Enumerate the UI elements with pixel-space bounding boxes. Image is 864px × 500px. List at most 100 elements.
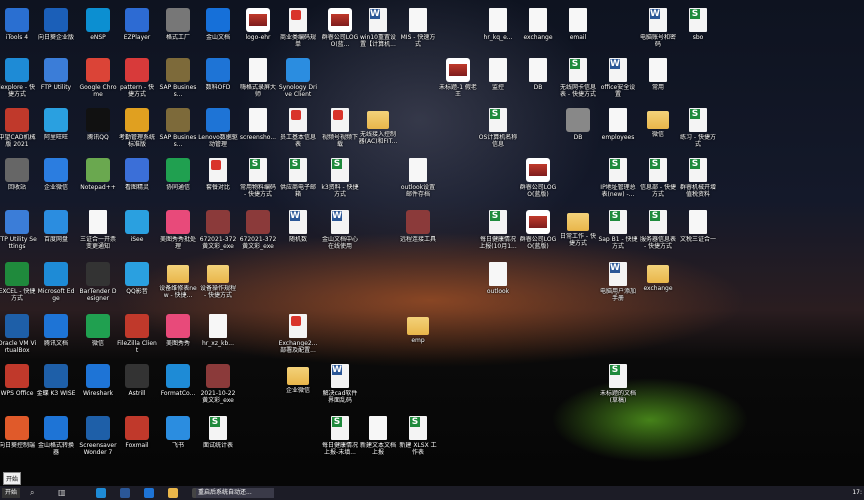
desktop-icon[interactable]: 微信 xyxy=(78,314,118,347)
desktop-icon[interactable]: FormatCo... xyxy=(158,364,198,397)
desktop-icon[interactable]: 未标题-1 假老王 xyxy=(438,58,478,98)
desktop-icon[interactable]: 每日健康情况上报(10月1... xyxy=(478,210,518,250)
desktop-icon[interactable]: Foxmail xyxy=(117,416,157,449)
clock[interactable]: 17: xyxy=(836,488,862,498)
desktop-icon[interactable]: SAP Business... xyxy=(158,108,198,148)
desktop-icon[interactable]: pattern - 快捷方式 xyxy=(117,58,157,98)
desktop-icon[interactable]: 群睿公司LOGO(蓝... xyxy=(320,8,360,48)
outlook-taskbar-icon[interactable] xyxy=(144,488,154,498)
desktop-icon[interactable]: 无线网卡信息表 - 快捷方式 xyxy=(558,58,598,98)
desktop-icon[interactable]: 672021-372 黄文彩_exe xyxy=(238,210,278,250)
desktop-icon[interactable]: 腾讯QQ xyxy=(78,108,118,141)
desktop-icon[interactable]: exchange xyxy=(518,8,558,41)
desktop-icon[interactable]: OS计算机名称信息 xyxy=(478,108,518,148)
desktop-icon[interactable]: 设备操作规程 - 快捷方式 xyxy=(198,262,238,299)
desktop-icon[interactable]: 阿里旺旺 xyxy=(36,108,76,141)
desktop-icon[interactable]: iexplore - 快捷方式 xyxy=(0,58,37,98)
desktop-icon[interactable]: 企业微信 xyxy=(278,364,318,394)
desktop-icon[interactable]: emp xyxy=(398,314,438,344)
desktop-icon[interactable]: sbo xyxy=(678,8,718,41)
desktop-icon[interactable]: 文税三证合一 xyxy=(678,210,718,243)
desktop-icon[interactable]: 常用 xyxy=(638,58,678,91)
search-icon[interactable]: ⌕ xyxy=(30,488,42,498)
desktop-icon[interactable]: EXCEL - 快捷方式 xyxy=(0,262,37,302)
taskbar-active-window[interactable]: 重启后系统自动还... xyxy=(196,488,274,498)
desktop-icon[interactable]: office安全设置 xyxy=(598,58,638,98)
desktop-icon[interactable]: 向日葵控制端 xyxy=(0,416,37,449)
desktop-icon[interactable]: eNSP xyxy=(78,8,118,41)
desktop-icon[interactable]: 解决cad软件界面乱码 xyxy=(320,364,360,404)
desktop-icon[interactable]: exchange xyxy=(638,262,678,292)
desktop-icon[interactable]: 每日健康情况上报-未填... xyxy=(320,416,360,456)
desktop-icon[interactable]: 企业微信 xyxy=(36,158,76,191)
desktop-icon[interactable]: 三证合一开票变更通知 xyxy=(78,210,118,250)
desktop-icon[interactable]: 协同通信 xyxy=(158,158,198,191)
desktop-icon[interactable]: screensho... xyxy=(238,108,278,141)
desktop-icon[interactable]: 美图秀秀 xyxy=(158,314,198,347)
desktop-icon[interactable]: 群睿公司LOGO(蓝版) xyxy=(518,210,558,250)
desktop-icon[interactable]: 中望CAD机械版 2021 xyxy=(0,108,37,148)
desktop-icon[interactable]: hr_kq_e... xyxy=(478,8,518,41)
desktop-icon[interactable]: 百度网盘 xyxy=(36,210,76,243)
desktop-icon[interactable]: 视频号视频下载 xyxy=(320,108,360,148)
desktop-icon[interactable]: win10重置设置【计算机... xyxy=(358,8,398,48)
desktop-icon[interactable]: iSee xyxy=(117,210,157,243)
desktop-icon[interactable]: IP地址管理总表(new) -... xyxy=(598,158,638,198)
desktop-icon[interactable]: Wireshark xyxy=(78,364,118,397)
desktop-icon[interactable]: 未标题的文档(草稿) xyxy=(598,364,638,404)
desktop-icon[interactable]: 回收站 xyxy=(0,158,37,191)
desktop-icon[interactable]: WPS Office xyxy=(0,364,37,397)
desktop-icon[interactable]: Oracle VM VirtualBox xyxy=(0,314,37,354)
desktop-icon[interactable]: 无线接入控制器(AC)和FIT... xyxy=(358,108,398,145)
desktop-icon[interactable]: 供应商电子邮箱 xyxy=(278,158,318,198)
desktop-icon[interactable]: MIS - 快速方式 xyxy=(398,8,438,48)
desktop-icon[interactable]: 电脑账号和密码 xyxy=(638,8,678,48)
start-button[interactable]: 开始 xyxy=(2,488,20,498)
desktop-icon[interactable]: 信息部 - 快捷方式 xyxy=(638,158,678,198)
desktop-icon[interactable]: 练习 - 快捷方式 xyxy=(678,108,718,148)
desktop-icon[interactable]: Exchange2... 部署及配置... xyxy=(278,314,318,354)
desktop-icon[interactable]: 面试统计表 xyxy=(198,416,238,449)
desktop-icon[interactable]: 腾讯文档 xyxy=(36,314,76,347)
desktop-icon[interactable]: DB xyxy=(518,58,558,91)
desktop-icon[interactable]: 金山文档 xyxy=(198,8,238,41)
desktop-icon[interactable]: 套餐对比 xyxy=(198,158,238,191)
desktop-icon[interactable]: 2021-10-22 黄文彩_exe xyxy=(198,364,238,404)
desktop-icon[interactable]: k3资料 - 快捷方式 xyxy=(320,158,360,198)
explorer-taskbar-icon[interactable] xyxy=(168,488,178,498)
store-taskbar-icon[interactable] xyxy=(120,488,130,498)
desktop-icon[interactable]: 服务器信息表 - 快捷方式 xyxy=(638,210,678,250)
desktop-icon[interactable]: 向日葵企业版 xyxy=(36,8,76,41)
desktop-icon[interactable]: outlook设置邮件存档 xyxy=(398,158,438,198)
desktop-icon[interactable]: FTP Utility Settings xyxy=(0,210,37,250)
desktop-icon[interactable]: hr_xz_kb... xyxy=(198,314,238,347)
desktop-icon[interactable]: QQ影音 xyxy=(117,262,157,295)
desktop-icon[interactable]: Synology Drive Client xyxy=(278,58,318,98)
desktop-icon[interactable]: 日常工作 - 快捷方式 xyxy=(558,210,598,247)
desktop-icon[interactable]: 远程连接工具 xyxy=(398,210,438,243)
desktop-icon[interactable]: 群睿机械开增值税资料 xyxy=(678,158,718,198)
desktop-icon[interactable]: iTools 4 xyxy=(0,8,37,41)
desktop-icon[interactable]: 看图精灵 xyxy=(117,158,157,191)
desktop-icon[interactable]: 设备维修表new - 快捷... xyxy=(158,262,198,299)
desktop-icon[interactable]: 考勤管理系统标准版 xyxy=(117,108,157,148)
desktop-icon[interactable]: Google Chrome xyxy=(78,58,118,98)
desktop-icon[interactable]: Notepad++ xyxy=(78,158,118,191)
desktop-icon[interactable]: DB xyxy=(558,108,598,141)
desktop-icon[interactable]: FileZilla Client xyxy=(117,314,157,354)
desktop-icon[interactable]: logo-ehr xyxy=(238,8,278,41)
desktop-icon[interactable]: 微信 xyxy=(638,108,678,138)
desktop-icon[interactable]: 常用物料编码 - 快捷方式 xyxy=(238,158,278,198)
desktop-icon[interactable]: 飞书 xyxy=(158,416,198,449)
desktop-icon[interactable]: 员工基本信息表 xyxy=(278,108,318,148)
desktop-icon[interactable]: employees xyxy=(598,108,638,141)
desktop-icon[interactable]: EZPlayer xyxy=(117,8,157,41)
desktop-icon[interactable]: 金山文档中心在线使用 xyxy=(320,210,360,250)
desktop-icon[interactable]: email xyxy=(558,8,598,41)
desktop-icon[interactable]: FTP Utility xyxy=(36,58,76,91)
desktop-icon[interactable]: 金蝶 K3 WISE xyxy=(36,364,76,397)
task-view-icon[interactable]: ▥ xyxy=(58,488,68,498)
desktop-icon[interactable]: 随机数 xyxy=(278,210,318,243)
desktop-icon[interactable]: 电脑用户添加手册 xyxy=(598,262,638,302)
desktop-icon[interactable]: 商业类编码规单 xyxy=(278,8,318,48)
